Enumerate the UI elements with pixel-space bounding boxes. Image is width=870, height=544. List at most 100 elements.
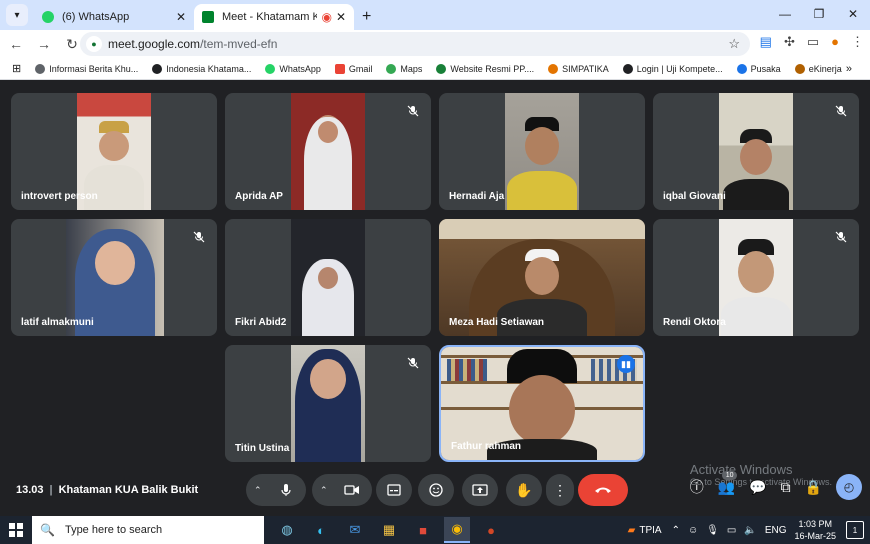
whatsapp-icon [265,63,276,74]
split-view-icon[interactable]: ▭ [807,34,819,50]
participant-video [719,219,793,336]
speaking-indicator-icon: ▮▮ [617,355,635,373]
site-info-icon[interactable]: ● [86,36,102,52]
taskbar-clock[interactable]: 1:03 PM 16-Mar-25 [794,518,836,542]
bookmark-item[interactable]: Website Resmi PP.... [436,63,534,74]
more-options-button[interactable]: ⋮ [546,474,574,506]
bookmark-item[interactable]: WhatsApp [265,63,321,74]
leave-call-button[interactable] [578,474,628,506]
captions-icon [387,484,401,496]
meet-stage: introvert person Aprida AP Hernadi Aja i [0,80,870,516]
powerpoint-icon[interactable]: ● [478,517,504,543]
url-input[interactable]: ● meet.google.com/tem-mved-efn ☆ [80,32,750,56]
profile-avatar[interactable]: ● [831,34,839,50]
mail-icon[interactable]: ✉ [342,517,368,543]
edge-icon[interactable]: ◐ [308,517,334,543]
hand-icon: ✋ [515,481,533,498]
chrome-icon[interactable]: ◉ [444,517,470,543]
notification-count: 1 [852,525,858,535]
activities-icon[interactable]: ⧉ [781,479,791,496]
participant-tile[interactable]: latif almakmuni [11,219,217,336]
emoji-icon [429,483,443,497]
tab-search-button[interactable]: ▾ [6,4,28,26]
companion-icon[interactable]: ◴ [836,474,862,500]
browser-tab-bar: ▾ (6) WhatsApp ✕ Meet - Khatamam KUA Bal… [0,0,870,30]
document-extension-icon[interactable]: ▤ [760,34,772,50]
info-icon[interactable]: ⓘ [690,477,704,497]
new-tab-button[interactable]: + [362,8,371,26]
camera-button[interactable] [334,474,370,506]
participant-tile[interactable]: introvert person [11,93,217,210]
forward-icon[interactable]: → [32,32,56,56]
chevron-up-icon[interactable]: ⌃ [672,525,680,536]
pdf-app-icon[interactable]: ■ [410,517,436,543]
people-count-badge: 10 [721,470,738,480]
captions-button[interactable] [376,474,412,506]
bookmarks-bar: ⊞ Informasi Berita Khu... Indonesia Khat… [0,58,870,80]
microphone-icon[interactable]: 🎙 [706,525,719,536]
minimize-icon[interactable]: — [768,0,802,28]
windows-start-button[interactable] [0,516,32,544]
tab-whatsapp[interactable]: (6) WhatsApp ✕ [34,4,194,30]
close-icon[interactable]: ✕ [336,10,346,24]
language-indicator[interactable]: ENG [765,525,787,536]
participant-name: Rendi Oktora [663,317,726,328]
cortana-icon[interactable]: ◍ [274,517,300,543]
window-controls: — ❐ ✕ [768,0,870,28]
bookmark-item[interactable]: Maps [386,63,422,74]
extensions-area: ▤ ✣ ▭ ● ⋮ [760,34,864,50]
mic-off-icon [833,103,849,119]
recording-icon: ◉ [321,10,332,24]
bookmark-item[interactable]: Gmail [334,63,372,74]
network-icon[interactable]: ▭ [727,525,736,536]
participant-tile[interactable]: Fikri Abid2 [225,219,431,336]
back-icon[interactable]: ← [4,32,28,56]
restore-icon[interactable]: ❐ [802,0,836,28]
participant-tile[interactable]: Titin Ustina [225,345,431,462]
participant-tile[interactable]: Hernadi Aja [439,93,645,210]
bookmark-favicon-icon [794,63,805,74]
mic-off-icon [405,355,421,371]
emoji-button[interactable] [418,474,454,506]
mic-off-icon [191,229,207,245]
bookmark-item[interactable]: Informasi Berita Khu... [35,63,138,74]
taskbar-apps: ◍ ◐ ✉ ▦ ■ ◉ ● [274,517,504,543]
bookmark-item[interactable]: Login | Uji Kompete... [622,63,723,74]
clock-time: 1:03 PM [798,519,832,529]
bookmark-item[interactable]: eKinerja [794,63,842,74]
bookmark-item[interactable]: Indonesia Khatama... [152,63,251,74]
menu-icon[interactable]: ⋮ [851,34,864,50]
participant-name: Fathur rahman [451,441,522,452]
present-button[interactable] [462,474,498,506]
close-window-icon[interactable]: ✕ [836,0,870,28]
participant-tile[interactable]: Aprida AP [225,93,431,210]
raise-hand-button[interactable]: ✋ [506,474,542,506]
more-bookmarks-icon[interactable]: » [846,63,852,75]
notification-center-icon[interactable]: 1 [846,521,864,539]
store-icon[interactable]: ▦ [376,517,402,543]
close-icon[interactable]: ✕ [176,10,186,24]
people-icon[interactable]: 👥 10 [718,470,738,496]
taskbar-search-input[interactable]: 🔍 Type here to search [32,516,264,544]
weather-widget[interactable]: ▰ TPIA [628,525,662,536]
participant-tile[interactable]: Meza Hadi Setiawan [439,219,645,336]
bookmark-star-icon[interactable]: ☆ [728,36,740,52]
microphone-button[interactable] [268,474,304,506]
apps-grid-icon[interactable]: ⊞ [12,62,21,75]
bookmark-item[interactable]: Pusaka [736,63,781,74]
meeting-time: 13.03 [16,484,44,496]
chat-icon[interactable]: 💬 [749,479,766,496]
participant-tile[interactable]: Rendi Oktora [653,219,859,336]
host-controls-icon[interactable]: 🔒 [805,479,822,496]
mic-off-icon [405,103,421,119]
volume-icon[interactable]: 🔈 [744,525,756,536]
tab-meet[interactable]: Meet - Khatamam KUA Bali ◉ ✕ [194,4,354,30]
people-icon[interactable]: ☺ [688,525,698,536]
bookmark-item[interactable]: SIMPATIKA [548,63,609,74]
participant-name: iqbal Giovani [663,191,726,202]
participant-tile[interactable]: iqbal Giovani [653,93,859,210]
participant-tile[interactable]: ▮▮ Fathur rahman [439,345,645,462]
extensions-icon[interactable]: ✣ [784,34,795,50]
participant-video [291,93,365,210]
bookmark-favicon-icon [736,63,747,74]
